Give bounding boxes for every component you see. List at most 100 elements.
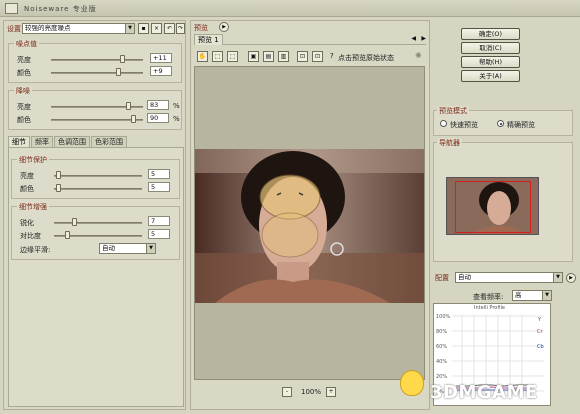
reduction-color-knob[interactable] [131, 115, 136, 123]
tick-60: 60% [436, 344, 448, 350]
navigator-viewport[interactable] [455, 181, 531, 233]
split-vertical-icon[interactable]: ▥ [278, 51, 289, 62]
preview-mode-group: 预览模式 快速预览 精确预览 [433, 106, 573, 136]
ok-button[interactable]: 确定(O) [461, 28, 520, 40]
preset-value: 较强的亮度噪点 [25, 24, 71, 32]
redo-icon[interactable]: ↷ [176, 23, 185, 34]
view-frequency-value: 高 [515, 291, 522, 299]
view-frequency-label: 查看频率: [473, 293, 504, 301]
protect-luma-label: 亮度 [20, 172, 34, 180]
tab-frequency[interactable]: 频率 [31, 136, 53, 147]
protect-luma-knob[interactable] [56, 171, 61, 179]
profile-select[interactable]: 自动 ▼ [455, 272, 563, 283]
help-icon[interactable]: ? [330, 52, 334, 60]
reduction-luma-knob[interactable] [126, 102, 131, 110]
about-button[interactable]: 关于(A) [461, 70, 520, 82]
tab-scroll-right-icon[interactable]: ▶ [421, 35, 426, 42]
accurate-preview-radio[interactable] [497, 120, 504, 127]
detail-tabs: 细节 频率 色调范围 色彩范围 [8, 136, 184, 147]
tab-preview-1[interactable]: 预览 1 [194, 34, 223, 45]
noise-luma-input[interactable]: +11 [150, 53, 172, 63]
right-panel: 确定(O) 取消(C) 帮助(H) 关于(A) 预览模式 快速预览 精确预览 导… [433, 20, 577, 410]
contrast-knob[interactable] [65, 231, 70, 239]
protect-luma-input[interactable]: 5 [148, 169, 170, 179]
tab-detail[interactable]: 细节 [8, 136, 30, 147]
reduction-luma-unit: % [173, 102, 180, 110]
noise-color-label: 颜色 [17, 69, 31, 77]
navigator-thumbnail[interactable] [446, 177, 539, 235]
tab-tonal-range[interactable]: 色调范围 [54, 136, 90, 147]
sharpen-label: 锐化 [20, 219, 34, 227]
edge-smooth-select[interactable]: 自动 ▼ [99, 243, 156, 254]
protect-color-input[interactable]: 5 [148, 182, 170, 192]
sharpen-input[interactable]: 7 [148, 216, 170, 226]
select-tool-icon[interactable]: ⬚ [212, 51, 223, 62]
fast-preview-radio[interactable] [440, 120, 447, 127]
tick-80: 80% [436, 329, 448, 335]
series-cr-label: Cr [537, 329, 543, 335]
radio-dot [499, 122, 502, 125]
hand-tool-icon[interactable]: ✋ [197, 51, 208, 62]
detail-protection-group: 细节保护 亮度 5 颜色 5 [11, 155, 180, 199]
view-frequency-select[interactable]: 高 ▼ [512, 290, 552, 301]
zoom-level: 100% [301, 388, 322, 396]
add-preview-icon[interactable]: ⊡ [297, 51, 308, 62]
play-icon[interactable]: ▶ [566, 273, 576, 283]
profile-label: 配置 [435, 274, 449, 282]
zoom-out-button[interactable]: - [282, 387, 292, 397]
help-button[interactable]: 帮助(H) [461, 56, 520, 68]
settings-label: 设置 [7, 25, 21, 33]
settings-panel: 设置 较强的亮度噪点 ▼ ▪ × ↶ ↷ 噪点值 亮度 +11 颜色 +9 降噪… [3, 20, 186, 410]
delete-preset-icon[interactable]: × [151, 23, 162, 34]
accurate-preview-label: 精确预览 [507, 121, 535, 129]
tab-color-range[interactable]: 色彩范围 [91, 136, 127, 147]
fast-preview-label: 快速预览 [450, 121, 478, 129]
reduction-color-unit: % [173, 115, 180, 123]
detail-protection-title: 细节保护 [17, 155, 49, 165]
reduction-luma-input[interactable]: 83 [147, 100, 169, 110]
tab-content: 细节保护 亮度 5 颜色 5 细节增强 锐化 7 对比度 5 边缘平滑: 自动 … [8, 147, 184, 407]
preview-tab-strip: 预览 1 ◀ ▶ [194, 34, 426, 45]
tab-scroll-left-icon[interactable]: ◀ [411, 35, 416, 42]
window-title: Noiseware 专业版 [24, 5, 97, 13]
noise-luma-knob[interactable] [120, 55, 125, 63]
noise-color-slider[interactable] [51, 72, 143, 74]
copy-preview-icon[interactable]: ⊡ [312, 51, 323, 62]
edge-smooth-value: 自动 [102, 244, 115, 252]
detail-enhancement-group: 细节增强 锐化 7 对比度 5 边缘平滑: 自动 ▼ [11, 202, 180, 260]
preview-panel: 预览 ▶ 预览 1 ◀ ▶ ✋ ⬚ ⬚ ▣ ▤ ▥ ⊡ ⊡ ? 点击预览原始状态… [190, 20, 430, 410]
spinner-icon: ✺ [415, 51, 422, 60]
preview-canvas[interactable] [194, 66, 425, 380]
reduction-color-input[interactable]: 90 [147, 113, 169, 123]
noise-color-knob[interactable] [116, 68, 121, 76]
reduction-color-label: 颜色 [17, 116, 31, 124]
chevron-down-icon[interactable]: ▼ [146, 244, 155, 253]
preview-hint: 点击预览原始状态 [338, 54, 394, 62]
chevron-down-icon[interactable]: ▼ [553, 273, 562, 282]
play-icon[interactable]: ▶ [219, 22, 229, 32]
sample-tool-icon[interactable]: ⬚ [227, 51, 238, 62]
zoom-in-button[interactable]: + [326, 387, 336, 397]
protect-luma-slider[interactable] [54, 175, 142, 177]
protect-color-knob[interactable] [56, 184, 61, 192]
cancel-button[interactable]: 取消(C) [461, 42, 520, 54]
tick-20: 20% [436, 374, 448, 380]
undo-icon[interactable]: ↶ [164, 23, 175, 34]
navigator-group: 导航器 [433, 138, 573, 262]
sharpen-slider[interactable] [54, 222, 142, 224]
chevron-down-icon[interactable]: ▼ [542, 291, 551, 300]
chevron-down-icon[interactable]: ▼ [125, 24, 134, 33]
protect-color-slider[interactable] [54, 188, 142, 190]
noise-luma-slider[interactable] [51, 59, 143, 61]
single-view-icon[interactable]: ▣ [248, 51, 259, 62]
split-horizontal-icon[interactable]: ▤ [263, 51, 274, 62]
save-preset-icon[interactable]: ▪ [138, 23, 149, 34]
sharpen-knob[interactable] [72, 218, 77, 226]
title-bar: Noiseware 专业版 [0, 0, 580, 17]
tick-40: 40% [436, 359, 448, 365]
noise-color-input[interactable]: +9 [150, 66, 172, 76]
preview-panel-label: 预览 [194, 24, 208, 32]
reduction-color-slider[interactable] [51, 119, 143, 121]
contrast-input[interactable]: 5 [148, 229, 170, 239]
preset-select[interactable]: 较强的亮度噪点 ▼ [22, 23, 135, 34]
